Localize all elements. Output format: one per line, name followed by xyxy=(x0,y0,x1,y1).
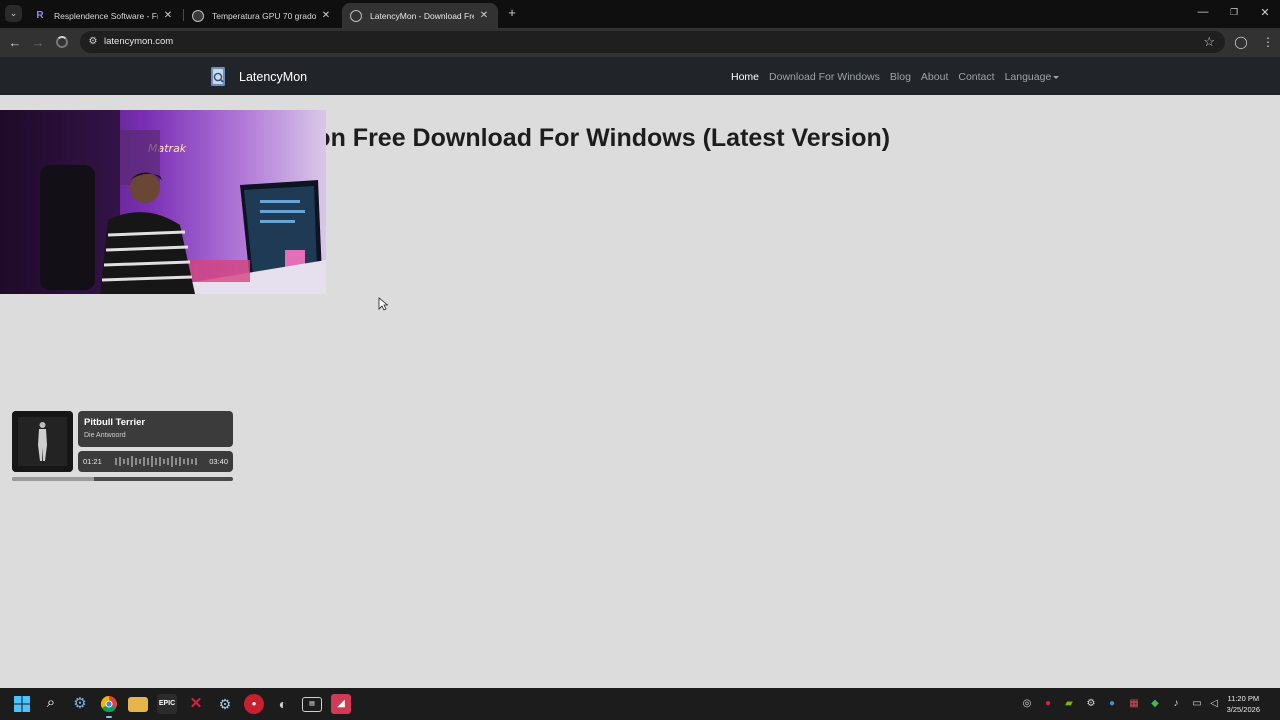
close-tab-icon[interactable]: ✕ xyxy=(478,10,490,21)
display-icon[interactable]: ▭ xyxy=(1190,697,1204,711)
tray-circle-icon[interactable]: ◎ xyxy=(1020,697,1034,711)
nav-home[interactable]: Home xyxy=(731,71,759,83)
nav-download-for-windows[interactable]: Download For Windows xyxy=(769,71,880,83)
album-art xyxy=(12,411,73,472)
tray-blue-icon[interactable]: ● xyxy=(1105,697,1119,711)
file-explorer-icon[interactable] xyxy=(128,697,148,712)
caret-down-icon xyxy=(1053,75,1060,79)
nav-contact[interactable]: Contact xyxy=(958,71,994,83)
forward-arrow-icon[interactable]: → xyxy=(29,34,47,51)
x-app-icon[interactable]: ✕ xyxy=(186,694,206,714)
epic-games-icon[interactable]: EPIC xyxy=(157,694,177,714)
latencymon-logo-icon[interactable] xyxy=(210,66,226,87)
track-progress-fill xyxy=(12,477,94,481)
profile-icon[interactable]: ◯ xyxy=(1234,35,1248,49)
address-bar[interactable]: ⚙ latencymon.com ☆ xyxy=(80,31,1225,53)
track-progress-bar[interactable] xyxy=(12,477,233,481)
steam-icon[interactable]: ⚙ xyxy=(215,694,235,714)
playback-bar: 01:21 03:40 xyxy=(78,451,233,472)
monitor-app-icon[interactable]: ▤ xyxy=(302,697,322,712)
globe-favicon-icon xyxy=(192,9,204,22)
current-time: 01:21 xyxy=(83,457,102,466)
tray-shield-icon[interactable]: ◆ xyxy=(1148,697,1162,711)
windows-start-icon[interactable] xyxy=(12,694,32,714)
album-art-figure-icon xyxy=(12,411,73,472)
clock-time: 11:20 PM xyxy=(1227,694,1260,703)
tray-gear-icon[interactable]: ⚙ xyxy=(1084,697,1098,711)
waveform-icon xyxy=(115,456,197,467)
nav-about[interactable]: About xyxy=(921,71,948,83)
tab-search-button[interactable]: ⌄ xyxy=(5,5,22,22)
search-icon[interactable]: ⌕ xyxy=(41,694,61,714)
taskbar-clock[interactable]: 11:20 PM 3/25/2026 xyxy=(1227,693,1260,715)
loading-favicon-icon xyxy=(350,9,362,22)
mouse-cursor-icon xyxy=(378,297,388,311)
url-text[interactable]: latencymon.com xyxy=(104,36,173,47)
tray-keyboard-icon[interactable]: ▦ xyxy=(1127,697,1141,711)
tab-latencymon[interactable]: LatencyMon - Download Free D ✕ xyxy=(342,3,498,28)
nvidia-icon[interactable]: ▰ xyxy=(1062,697,1076,711)
resplendence-favicon-icon: R xyxy=(36,9,44,21)
clock-date: 3/25/2026 xyxy=(1226,705,1260,714)
nav-blog[interactable]: Blog xyxy=(890,71,911,83)
browser-menu-icon[interactable]: ⋮ xyxy=(1261,35,1275,49)
track-title: Pitbull Terrier xyxy=(84,417,146,428)
close-window-icon[interactable]: ✕ xyxy=(1255,6,1275,19)
tab-title: Temperatura GPU 70 grados xyxy=(212,10,316,21)
microphone-icon[interactable]: ♪ xyxy=(1169,697,1183,711)
latency-app-icon[interactable]: ◢ xyxy=(331,694,351,714)
tab-title: Resplendence Software - Free D xyxy=(54,10,158,21)
tab-temperatura[interactable]: Temperatura GPU 70 grados ✕ xyxy=(184,3,340,28)
browser-toolbar: ← → ⚙ latencymon.com ☆ ◯ ⋮ xyxy=(0,28,1280,57)
tray-red-icon[interactable]: ● xyxy=(1041,697,1055,711)
site-nav-links: Home Download For Windows Blog About Con… xyxy=(731,71,1069,83)
track-artist: Die Antwoord xyxy=(84,432,126,439)
webcam-overlay: Matrak xyxy=(0,110,326,294)
tab-title: LatencyMon - Download Free D xyxy=(370,10,474,21)
restore-icon[interactable]: ❐ xyxy=(1224,7,1244,18)
obs-icon[interactable]: ◐ xyxy=(273,694,293,714)
total-time: 03:40 xyxy=(209,457,228,466)
chrome-icon[interactable] xyxy=(99,694,119,718)
now-playing-card[interactable]: Pitbull Terrier Die Antwoord xyxy=(78,411,233,447)
windows-taskbar: ⌕ ⚙ EPIC ✕ ⚙ ● ◐ ▤ ◢ ◎ ● ▰ ⚙ ● ▦ ◆ ♪ ▭ ◁… xyxy=(0,688,1280,720)
site-brand[interactable]: LatencyMon xyxy=(239,70,307,84)
settings-gear-icon[interactable]: ⚙ xyxy=(70,694,90,714)
nav-language-dropdown[interactable]: Language xyxy=(1005,71,1060,83)
close-tab-icon[interactable]: ✕ xyxy=(162,10,174,21)
browser-tab-strip: ⌄ R Resplendence Software - Free D ✕ Tem… xyxy=(0,0,1280,28)
bookmark-star-icon[interactable]: ☆ xyxy=(1203,34,1215,50)
tab-resplendence[interactable]: R Resplendence Software - Free D ✕ xyxy=(26,3,182,28)
page-loading-spinner-icon[interactable] xyxy=(56,36,68,48)
back-arrow-icon[interactable]: ← xyxy=(6,34,24,51)
red-app-icon[interactable]: ● xyxy=(244,694,264,714)
volume-icon[interactable]: ◁ xyxy=(1207,697,1221,711)
site-settings-icon[interactable]: ⚙ xyxy=(87,35,99,49)
nav-language-label: Language xyxy=(1004,71,1052,83)
new-tab-button[interactable]: + xyxy=(504,5,520,21)
minimize-icon[interactable]: — xyxy=(1193,6,1213,18)
site-navbar xyxy=(0,57,1280,95)
close-tab-icon[interactable]: ✕ xyxy=(320,10,332,21)
page-title: LatencyMon Free Download For Windows (La… xyxy=(200,124,891,152)
